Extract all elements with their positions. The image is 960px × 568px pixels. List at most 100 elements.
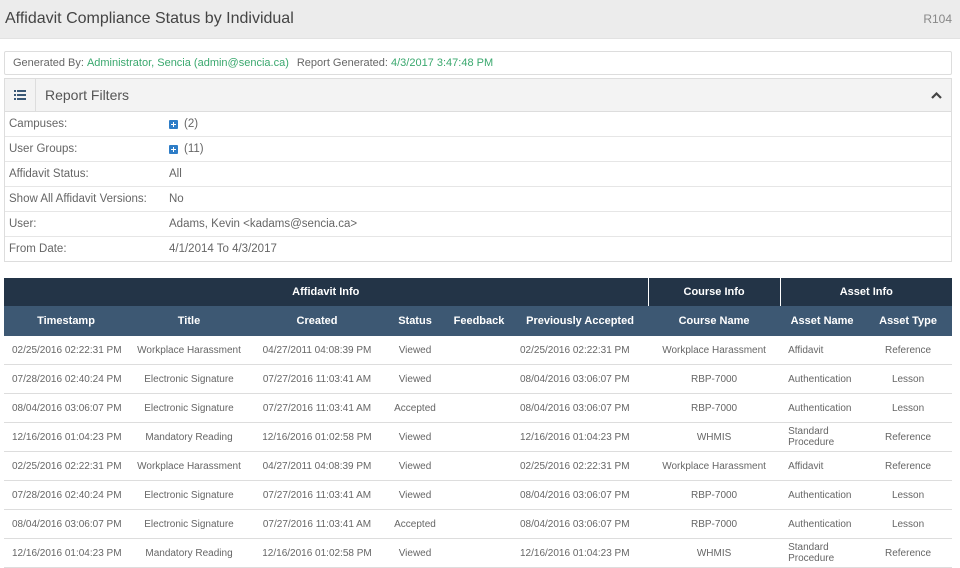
cell-feedback — [446, 509, 512, 539]
report-generated-value: 4/3/2017 3:47:48 PM — [390, 57, 494, 69]
generated-info-bar: Generated By: Administrator, Sencia (adm… — [4, 51, 952, 75]
table-row: 08/04/2016 03:06:07 PM Electronic Signatu… — [4, 509, 953, 539]
table-row: 08/04/2016 03:06:07 PM Electronic Signatu… — [4, 393, 953, 423]
cell-asset-name: Affidavit — [780, 336, 865, 365]
cell-title: Workplace Harassment — [128, 336, 250, 365]
expand-plus-icon[interactable] — [169, 119, 178, 129]
filter-value: All — [169, 168, 182, 180]
table-row: 12/16/2016 01:04:23 PM Mandatory Reading 1… — [4, 422, 953, 452]
report-filters-title: Report Filters — [45, 87, 130, 103]
col-previously-accepted[interactable]: Previously Accepted — [512, 306, 649, 336]
chevron-up-icon[interactable] — [931, 88, 942, 102]
cell-created: 04/27/2011 04:08:39 PM — [250, 336, 384, 365]
col-timestamp[interactable]: Timestamp — [4, 306, 128, 336]
cell-previously-accepted: 08/04/2016 03:06:07 PM — [512, 393, 649, 423]
cell-previously-accepted: 08/04/2016 03:06:07 PM — [512, 364, 649, 394]
cell-previously-accepted: 02/25/2016 02:22:31 PM — [512, 451, 649, 481]
cell-feedback — [446, 538, 512, 568]
cell-previously-accepted: 08/04/2016 03:06:07 PM — [512, 480, 649, 510]
report-generated-label: Report Generated: — [296, 57, 388, 69]
report-filters-panel: Report Filters Campuses: (2) User Groups… — [4, 78, 952, 262]
cell-title: Workplace Harassment — [128, 451, 250, 481]
col-created[interactable]: Created — [250, 306, 384, 336]
col-status[interactable]: Status — [384, 306, 446, 336]
filter-label: From Date: — [9, 243, 67, 255]
cell-course-name: Workplace Harassment — [648, 336, 781, 365]
filter-value: (11) — [184, 143, 204, 155]
cell-created: 07/27/2016 11:03:41 AM — [250, 393, 384, 423]
cell-created: 12/16/2016 01:02:58 PM — [250, 538, 384, 568]
table-row: 02/25/2016 02:22:31 PM Workplace Harassme… — [4, 451, 953, 481]
cell-course-name: WHMIS — [648, 538, 781, 568]
cell-course-name: RBP-7000 — [648, 480, 781, 510]
table-row: 07/28/2016 02:40:24 PM Electronic Signatu… — [4, 480, 953, 510]
col-asset-name[interactable]: Asset Name — [780, 306, 865, 336]
cell-status: Viewed — [384, 364, 446, 394]
cell-status: Accepted — [384, 509, 446, 539]
cell-course-name: WHMIS — [648, 422, 781, 452]
filter-label: Campuses: — [9, 118, 68, 130]
cell-asset-name: Authentication — [780, 509, 865, 539]
group-header-asset-info: Asset Info — [779, 278, 953, 306]
expand-plus-icon[interactable] — [169, 144, 178, 154]
cell-timestamp: 08/04/2016 03:06:07 PM — [4, 509, 128, 539]
cell-asset-name: Standard Procedure — [780, 538, 865, 568]
cell-asset-type: Lesson — [864, 393, 953, 423]
generated-by-value: Administrator, Sencia (admin@sencia.ca) — [86, 57, 289, 69]
cell-asset-name: Authentication — [780, 364, 865, 394]
cell-asset-type: Lesson — [864, 480, 953, 510]
filter-value: (2) — [184, 118, 199, 130]
cell-created: 07/27/2016 11:03:41 AM — [250, 509, 384, 539]
cell-title: Mandatory Reading — [128, 422, 250, 452]
report-filters-header[interactable]: Report Filters — [5, 79, 951, 112]
cell-asset-name: Standard Procedure — [780, 422, 865, 452]
cell-asset-type: Lesson — [864, 509, 953, 539]
filter-value: Adams, Kevin <kadams@sencia.ca> — [169, 218, 358, 230]
cell-created: 12/16/2016 01:02:58 PM — [250, 422, 384, 452]
cell-course-name: RBP-7000 — [648, 364, 781, 394]
cell-created: 07/27/2016 11:03:41 AM — [250, 480, 384, 510]
cell-timestamp: 02/25/2016 02:22:31 PM — [4, 451, 128, 481]
filter-row-campuses: Campuses: (2) — [5, 112, 951, 137]
cell-timestamp: 07/28/2016 02:40:24 PM — [4, 480, 128, 510]
cell-timestamp: 12/16/2016 01:04:23 PM — [4, 538, 128, 568]
cell-status: Viewed — [384, 422, 446, 452]
cell-status: Viewed — [384, 480, 446, 510]
cell-status: Viewed — [384, 451, 446, 481]
cell-feedback — [446, 336, 512, 365]
filter-value: 4/1/2014 To 4/3/2017 — [169, 243, 277, 255]
cell-asset-type: Reference — [864, 538, 953, 568]
cell-asset-name: Affidavit — [780, 451, 865, 481]
col-feedback[interactable]: Feedback — [446, 306, 512, 336]
table-row: 02/25/2016 02:22:31 PM Workplace Harassme… — [4, 336, 953, 365]
table-row: 07/28/2016 02:40:24 PM Electronic Signatu… — [4, 364, 953, 394]
cell-title: Electronic Signature — [128, 509, 250, 539]
report-header: Affidavit Compliance Status by Individua… — [0, 0, 960, 39]
cell-feedback — [446, 364, 512, 394]
report-code: R104 — [923, 12, 952, 26]
filter-label: Affidavit Status: — [9, 168, 89, 180]
column-header-row: Timestamp Title Created Status Feedback … — [4, 306, 953, 336]
group-header-affidavit-info: Affidavit Info — [4, 278, 649, 306]
cell-title: Mandatory Reading — [128, 538, 250, 568]
cell-asset-type: Lesson — [864, 364, 953, 394]
list-icon — [5, 79, 36, 111]
filter-value: No — [169, 193, 184, 205]
filter-label: User: — [9, 218, 37, 230]
cell-created: 07/27/2016 11:03:41 AM — [250, 364, 384, 394]
cell-status: Viewed — [384, 538, 446, 568]
cell-title: Electronic Signature — [128, 393, 250, 423]
cell-course-name: Workplace Harassment — [648, 451, 781, 481]
col-title[interactable]: Title — [128, 306, 250, 336]
cell-timestamp: 12/16/2016 01:04:23 PM — [4, 422, 128, 452]
cell-status: Accepted — [384, 393, 446, 423]
table-body: 02/25/2016 02:22:31 PM Workplace Harassme… — [4, 336, 953, 568]
cell-feedback — [446, 451, 512, 481]
page-title: Affidavit Compliance Status by Individua… — [5, 10, 294, 27]
cell-previously-accepted: 12/16/2016 01:04:23 PM — [512, 538, 649, 568]
cell-title: Electronic Signature — [128, 364, 250, 394]
cell-asset-name: Authentication — [780, 393, 865, 423]
generated-by-label: Generated By: — [13, 57, 84, 69]
col-asset-type[interactable]: Asset Type — [864, 306, 953, 336]
col-course-name[interactable]: Course Name — [648, 306, 781, 336]
